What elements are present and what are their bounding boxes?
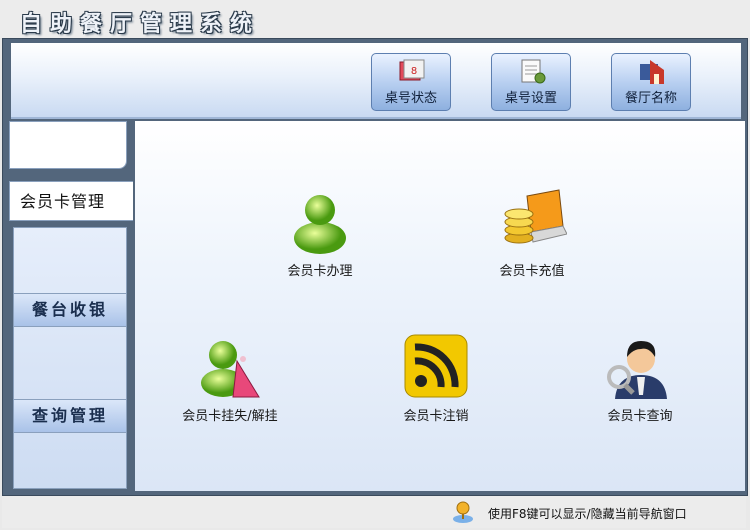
member-card-query-label: 会员卡查询 (607, 409, 673, 424)
tab-member-card-management[interactable]: 会员卡管理 (9, 181, 133, 221)
member-card-query-button[interactable]: 会员卡查询 (575, 331, 705, 424)
restaurant-name-button[interactable]: 餐厅名称 (611, 53, 691, 111)
table-settings-label: 桌号设置 (504, 91, 557, 106)
member-card-recharge-label: 会员卡充值 (499, 264, 565, 279)
user-search-icon (607, 341, 667, 399)
sidebar-item-query[interactable]: 查询管理 (13, 399, 127, 433)
table-status-icon: 8 (399, 59, 425, 81)
toolbar: 8 桌号状态 桌号设置 餐厅名称 (11, 43, 741, 119)
restaurant-name-icon (640, 60, 664, 84)
rss-feed-icon (404, 334, 468, 398)
coins-laptop-icon (504, 189, 567, 244)
status-bar: 使用F8键可以显示/隐藏当前导航窗口 (2, 496, 746, 528)
sidebar-item-checkout[interactable]: 餐台收银 (13, 293, 127, 327)
sidebar-section-panel (13, 227, 127, 489)
table-settings-button[interactable]: 桌号设置 (491, 53, 571, 111)
app-title: 自助餐厅管理系统 (20, 11, 261, 37)
table-status-label: 桌号状态 (384, 91, 437, 106)
title-bar: 自助餐厅管理系统 (0, 0, 750, 38)
member-card-register-button[interactable]: 会员卡办理 (255, 186, 385, 279)
status-hint-text: 使用F8键可以显示/隐藏当前导航窗口 (488, 507, 687, 521)
sidebar-blank-tab (9, 121, 127, 169)
user-bag-icon (201, 341, 260, 398)
member-card-loss-report-label: 会员卡挂失/解挂 (182, 409, 278, 424)
navigation-sidebar: 会员卡管理 餐台收银 查询管理 (9, 121, 133, 491)
member-card-loss-report-button[interactable]: 会员卡挂失/解挂 (165, 331, 295, 424)
navigation-hint-icon (453, 501, 473, 523)
member-user-icon (294, 195, 346, 254)
member-card-register-label: 会员卡办理 (287, 264, 353, 279)
member-card-recharge-button[interactable]: 会员卡充值 (467, 186, 597, 279)
table-settings-icon (521, 59, 546, 84)
svg-text:8: 8 (411, 66, 417, 77)
member-card-cancel-button[interactable]: 会员卡注销 (371, 331, 501, 424)
main-panel: 会员卡办理 会员卡充值 会员卡挂失/解挂 会员卡注销 会员卡查询 (135, 121, 745, 491)
main-window-frame: 8 桌号状态 桌号设置 餐厅名称 会员卡管理 餐台收银 查询管理 会员卡办理 会… (2, 38, 748, 496)
member-card-cancel-label: 会员卡注销 (403, 409, 469, 424)
table-status-button[interactable]: 8 桌号状态 (371, 53, 451, 111)
restaurant-name-label: 餐厅名称 (624, 91, 677, 106)
